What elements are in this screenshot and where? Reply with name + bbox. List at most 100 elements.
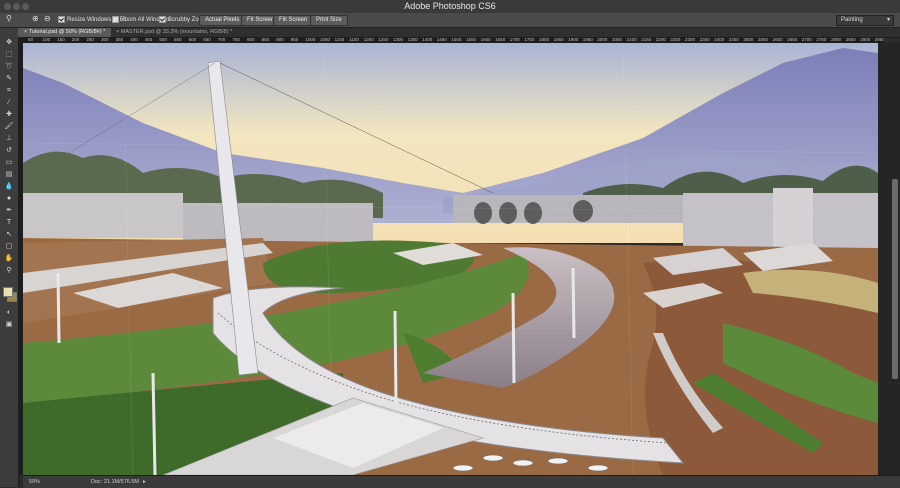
ruler-label: 750 bbox=[232, 37, 240, 42]
zoom-level[interactable]: 50% bbox=[29, 479, 40, 485]
ruler-label: 1350 bbox=[407, 37, 418, 42]
zoom-tool-icon[interactable]: ⚲ bbox=[4, 266, 14, 276]
ruler-label: 1950 bbox=[582, 37, 593, 42]
ruler-label: 1900 bbox=[568, 37, 579, 42]
ruler-label: 2800 bbox=[831, 37, 842, 42]
ruler-label: 1650 bbox=[495, 37, 506, 42]
ruler-label: 300 bbox=[101, 37, 109, 42]
checkbox-icon bbox=[58, 16, 65, 23]
ruler-label: 1750 bbox=[524, 37, 535, 42]
landscape-rendering bbox=[23, 43, 878, 475]
ruler-label: 1850 bbox=[553, 37, 564, 42]
healing-tool-icon[interactable]: ✚ bbox=[4, 110, 14, 120]
blur-tool-icon[interactable]: 💧 bbox=[4, 182, 14, 192]
quick-mask-icon[interactable]: ◐ bbox=[4, 308, 14, 318]
path-select-tool-icon[interactable]: ↖ bbox=[4, 230, 14, 240]
workspace-select[interactable]: Painting ▾ bbox=[836, 15, 894, 26]
scrollbar-thumb[interactable] bbox=[892, 179, 898, 379]
print-size-button[interactable]: Print Size bbox=[310, 15, 348, 26]
lasso-tool-icon[interactable]: ➰ bbox=[4, 62, 14, 72]
ruler-label: 1150 bbox=[349, 37, 359, 42]
ruler-label: 500 bbox=[159, 37, 167, 42]
ruler-label: 2150 bbox=[641, 37, 652, 42]
quick-select-tool-icon[interactable]: ✎ bbox=[4, 74, 14, 84]
ruler-label: 2000 bbox=[597, 37, 608, 42]
checkbox-icon bbox=[112, 16, 119, 23]
ruler-label: 950 bbox=[290, 37, 299, 42]
ruler-label: 1250 bbox=[378, 37, 389, 42]
hand-tool-icon[interactable]: ✋ bbox=[4, 254, 14, 264]
ruler-label: 1800 bbox=[539, 37, 550, 42]
zoom-tool-icon[interactable]: ⚲ bbox=[6, 15, 14, 23]
ruler-label: 2250 bbox=[670, 37, 681, 42]
eyedropper-tool-icon[interactable]: ⁄ bbox=[4, 98, 14, 108]
ruler-label: 2950 bbox=[874, 37, 884, 42]
ruler-label: 1450 bbox=[436, 37, 447, 42]
vertical-scrollbar[interactable] bbox=[878, 43, 900, 475]
eraser-tool-icon[interactable]: ▭ bbox=[4, 158, 14, 168]
ruler-label: 1500 bbox=[451, 37, 462, 42]
ruler-label: 850 bbox=[261, 37, 270, 42]
clone-stamp-tool-icon[interactable]: ⊥ bbox=[4, 134, 14, 144]
crop-tool-icon[interactable]: ⌗ bbox=[4, 86, 14, 96]
ruler-label: 150 bbox=[57, 37, 65, 42]
shape-tool-icon[interactable]: ▢ bbox=[4, 242, 14, 252]
ruler-label: 1000 bbox=[305, 37, 316, 42]
fill-screen-button[interactable]: Fill Screen bbox=[273, 15, 314, 26]
ruler-label: 2750 bbox=[816, 37, 827, 42]
ruler-label: 2450 bbox=[728, 37, 739, 42]
checkbox-icon bbox=[159, 16, 166, 23]
status-menu-icon[interactable]: ▸ bbox=[143, 479, 146, 485]
ruler-label: 1050 bbox=[320, 37, 331, 42]
ruler-label: 50 bbox=[28, 37, 34, 42]
ruler-label: 200 bbox=[71, 37, 80, 42]
type-tool-icon[interactable]: T bbox=[4, 218, 14, 228]
ruler-label: 1200 bbox=[363, 37, 374, 42]
screen-mode-icon[interactable]: ▣ bbox=[4, 320, 14, 330]
ruler-label: 2600 bbox=[772, 37, 783, 42]
foreground-color-swatch[interactable] bbox=[3, 287, 13, 297]
chevron-down-icon: ▾ bbox=[886, 17, 890, 23]
ruler-label: 600 bbox=[188, 37, 197, 42]
ruler-label: 2700 bbox=[801, 37, 812, 42]
gradient-tool-icon[interactable]: ▤ bbox=[4, 170, 14, 180]
ruler-label: 900 bbox=[276, 37, 284, 42]
tab-master[interactable]: × MASTER.psd @ 33.3% (mountains, RGB/8) … bbox=[110, 28, 238, 37]
ruler-label: 2300 bbox=[685, 37, 696, 42]
pen-tool-icon[interactable]: ✒ bbox=[4, 206, 14, 216]
ruler-label: 450 bbox=[144, 37, 153, 42]
ruler-label: 700 bbox=[217, 37, 226, 42]
ruler-label: 1600 bbox=[480, 37, 491, 42]
history-brush-tool-icon[interactable]: ↺ bbox=[4, 146, 14, 156]
brush-tool-icon[interactable]: 🖌 bbox=[4, 122, 14, 132]
move-tool-icon[interactable]: ✥ bbox=[4, 38, 14, 48]
ruler-label: 100 bbox=[42, 37, 51, 42]
ruler-label: 2400 bbox=[714, 37, 725, 42]
ruler-label: 2900 bbox=[860, 37, 871, 42]
ruler-label: 2350 bbox=[699, 37, 710, 42]
title-bar: Adobe Photoshop CS6 bbox=[0, 0, 900, 14]
ruler-label: 1400 bbox=[422, 37, 433, 42]
document-canvas[interactable] bbox=[23, 43, 878, 475]
ruler-label: 2100 bbox=[626, 37, 637, 42]
dodge-tool-icon[interactable]: ● bbox=[4, 194, 14, 204]
tab-tutorial[interactable]: × Tutorial.psd @ 50% (RGB/8#) * bbox=[18, 28, 112, 37]
actual-pixels-button[interactable]: Actual Pixels bbox=[199, 15, 246, 26]
ruler-label: 2500 bbox=[743, 37, 754, 42]
tools-panel: ✥ ⬚ ➰ ✎ ⌗ ⁄ ✚ 🖌 ⊥ ↺ ▭ ▤ 💧 ● ✒ T ↖ ▢ ✋ ⚲ … bbox=[0, 28, 19, 487]
app-title: Adobe Photoshop CS6 bbox=[404, 1, 496, 11]
status-bar: 50% Doc: 21.1M/576.5M ▸ bbox=[23, 475, 900, 488]
ruler-label: 2650 bbox=[787, 37, 798, 42]
ruler-label: 1700 bbox=[509, 37, 520, 42]
marquee-tool-icon[interactable]: ⬚ bbox=[4, 50, 14, 60]
doc-size: Doc: 21.1M/576.5M bbox=[91, 479, 139, 485]
ruler-label: 2200 bbox=[655, 37, 666, 42]
ruler-label: 1300 bbox=[393, 37, 404, 42]
ruler-label: 1100 bbox=[334, 37, 345, 42]
ruler-label: 350 bbox=[115, 37, 124, 42]
zoom-in-icon[interactable]: ⊕ bbox=[32, 15, 40, 23]
zoom-out-icon[interactable]: ⊖ bbox=[44, 15, 52, 23]
ruler-label: 2050 bbox=[612, 37, 623, 42]
options-bar: ⚲ ⊕ ⊖ Resize Windows to Fit Zoom All Win… bbox=[0, 13, 900, 28]
ruler-label: 550 bbox=[174, 37, 182, 42]
